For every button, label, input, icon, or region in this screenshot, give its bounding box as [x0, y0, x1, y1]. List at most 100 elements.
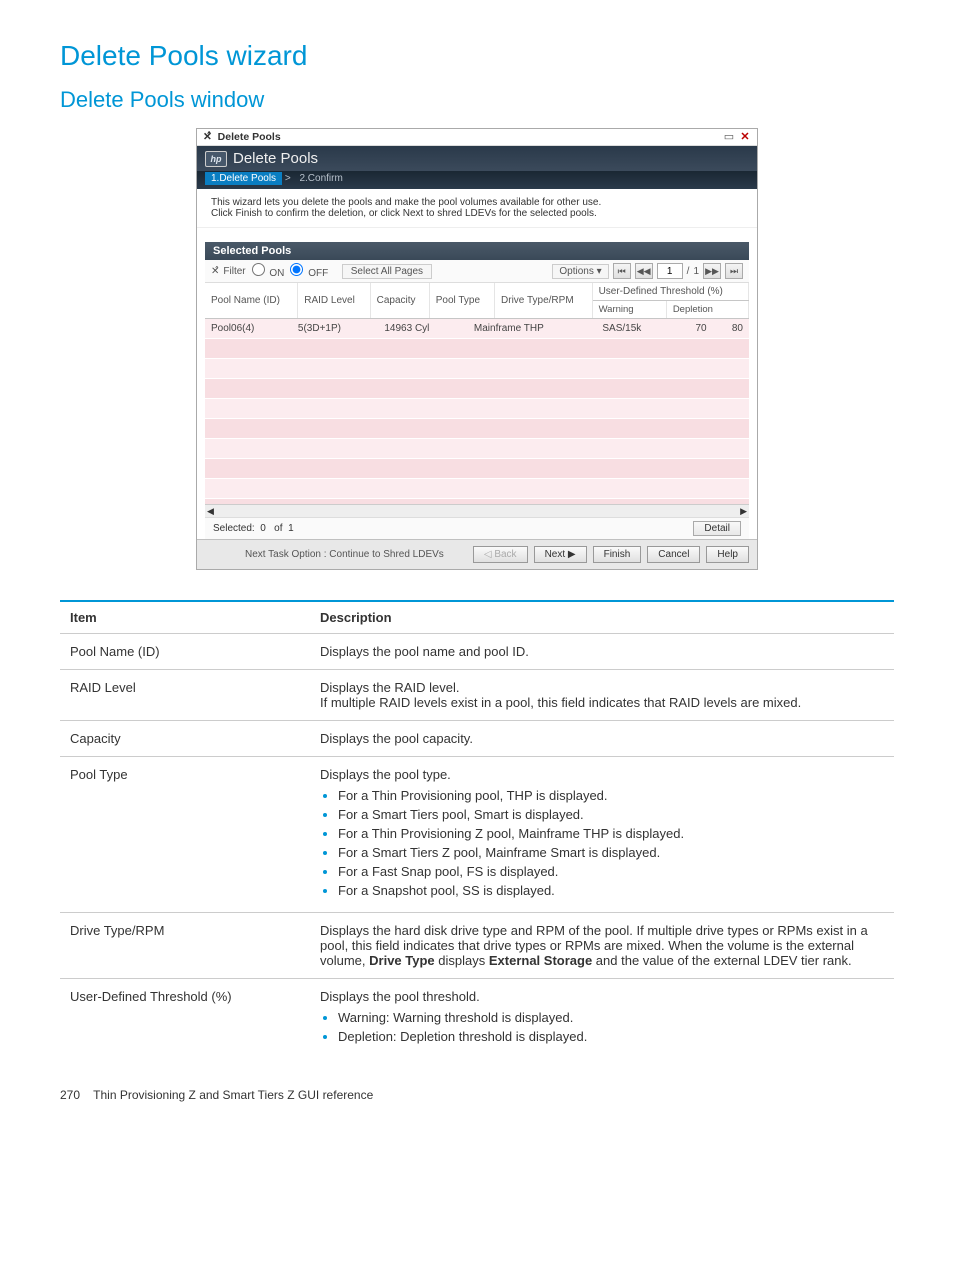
- desc-item: Drive Type/RPM: [60, 913, 310, 979]
- cell-pool-type: Mainframe THP: [468, 319, 596, 339]
- desc-item: User-Defined Threshold (%): [60, 979, 310, 1059]
- desc-text: Displays the hard disk drive type and RP…: [310, 913, 894, 979]
- description-table: Item Description Pool Name (ID) Displays…: [60, 600, 894, 1058]
- col-warning: Warning: [592, 301, 666, 319]
- table-row: [205, 439, 749, 459]
- cell-warning: 70: [676, 319, 712, 339]
- list-item: For a Smart Tiers Z pool, Mainframe Smar…: [338, 845, 884, 860]
- header-title: Delete Pools: [233, 150, 318, 167]
- col-capacity: Capacity: [370, 283, 429, 319]
- list-item: For a Thin Provisioning Z pool, Mainfram…: [338, 826, 884, 841]
- back-button: ◁ Back: [473, 546, 528, 563]
- table-row: [205, 339, 749, 359]
- section-title: Delete Pools window: [60, 87, 894, 113]
- list-item: For a Smart Tiers pool, Smart is display…: [338, 807, 884, 822]
- desc-text: Displays the RAID level. If multiple RAI…: [310, 670, 894, 721]
- table-row: [205, 379, 749, 399]
- list-item: For a Fast Snap pool, FS is displayed.: [338, 864, 884, 879]
- cell-drive: SAS/15k: [596, 319, 676, 339]
- desc-item: RAID Level: [60, 670, 310, 721]
- cell-raid: 5(3D+1P): [292, 319, 378, 339]
- desc-text: Displays the pool threshold. Warning: Wa…: [310, 979, 894, 1059]
- collapse-filter-icon[interactable]: ✕̂: [211, 266, 219, 277]
- table-row: [205, 419, 749, 439]
- table-row: [205, 479, 749, 499]
- cell-depletion: 80: [713, 319, 749, 339]
- titlebar: ✕̂ Delete Pools ▭ ✕: [197, 129, 757, 146]
- selected-label: Selected:: [213, 523, 255, 534]
- desc-item: Pool Type: [60, 757, 310, 913]
- page-last-button[interactable]: ⏭: [725, 263, 743, 279]
- scroll-right-icon[interactable]: ▶: [740, 506, 747, 517]
- filter-on-radio[interactable]: ON: [250, 263, 285, 279]
- options-button[interactable]: Options ▾: [552, 264, 608, 279]
- hp-logo-icon: hp: [205, 151, 227, 167]
- cell-capacity: 14963 Cyl: [378, 319, 468, 339]
- page-number: 270: [60, 1088, 80, 1102]
- filter-label: Filter: [223, 266, 245, 277]
- wizard-window: ✕̂ Delete Pools ▭ ✕ hp Delete Pools 1.De…: [196, 128, 758, 570]
- close-icon[interactable]: ✕: [739, 131, 751, 143]
- list-item: For a Thin Provisioning pool, THP is dis…: [338, 788, 884, 803]
- col-drive: Drive Type/RPM: [495, 283, 593, 319]
- instruction-line-1: This wizard lets you delete the pools an…: [211, 197, 743, 208]
- window-title: Delete Pools: [218, 131, 281, 143]
- col-raid: RAID Level: [298, 283, 370, 319]
- breadcrumb-step-1: 1.Delete Pools: [205, 172, 282, 185]
- selection-status-bar: Selected: 0 of 1 Detail: [205, 517, 749, 539]
- page-footer: 270 Thin Provisioning Z and Smart Tiers …: [60, 1088, 894, 1102]
- desc-item: Pool Name (ID): [60, 634, 310, 670]
- table-row: [205, 459, 749, 479]
- col-threshold: User-Defined Threshold (%): [592, 283, 748, 301]
- list-item: For a Snapshot pool, SS is displayed.: [338, 883, 884, 898]
- page-input[interactable]: [657, 263, 683, 279]
- desc-item: Capacity: [60, 721, 310, 757]
- desc-th-item: Item: [60, 601, 310, 634]
- chapter-title: Thin Provisioning Z and Smart Tiers Z GU…: [93, 1088, 373, 1102]
- select-all-pages-button[interactable]: Select All Pages: [342, 264, 432, 279]
- next-task-note: Next Task Option : Continue to Shred LDE…: [245, 549, 444, 560]
- table-row: [205, 359, 749, 379]
- filter-off-radio[interactable]: OFF: [288, 263, 328, 279]
- wizard-instructions: This wizard lets you delete the pools an…: [197, 189, 757, 228]
- page-first-button[interactable]: ⏮: [613, 263, 631, 279]
- page-prev-button[interactable]: ◀◀: [635, 263, 653, 279]
- table-row: [205, 399, 749, 419]
- horizontal-scrollbar[interactable]: ◀ ▶: [205, 504, 749, 517]
- list-item: Warning: Warning threshold is displayed.: [338, 1010, 884, 1025]
- page-total: 1: [693, 266, 699, 277]
- instruction-line-2: Click Finish to confirm the deletion, or…: [211, 208, 743, 219]
- selected-count: 0: [260, 523, 266, 534]
- selected-pools-header: Selected Pools: [205, 242, 749, 260]
- col-pool-type: Pool Type: [429, 283, 494, 319]
- desc-text: Displays the pool name and pool ID.: [310, 634, 894, 670]
- desc-text: Displays the pool type. For a Thin Provi…: [310, 757, 894, 913]
- cell-pool-name: Pool06(4): [205, 319, 292, 339]
- breadcrumb-sep: >: [285, 173, 291, 184]
- header-bar: hp Delete Pools: [197, 146, 757, 171]
- breadcrumb-step-2: 2.Confirm: [293, 172, 348, 185]
- table-row[interactable]: Pool06(4) 5(3D+1P) 14963 Cyl Mainframe T…: [205, 319, 749, 339]
- col-pool-name: Pool Name (ID): [205, 283, 298, 319]
- collapse-icon[interactable]: ✕̂: [203, 131, 212, 143]
- page-title: Delete Pools wizard: [60, 40, 894, 72]
- desc-th-description: Description: [310, 601, 894, 634]
- page-next-button[interactable]: ▶▶: [703, 263, 721, 279]
- page-sep: /: [687, 266, 690, 277]
- selected-pools-table: Pool Name (ID) RAID Level Capacity Pool …: [205, 283, 749, 319]
- list-item: Depletion: Depletion threshold is displa…: [338, 1029, 884, 1044]
- selected-of: of: [274, 523, 282, 534]
- scroll-left-icon[interactable]: ◀: [207, 506, 214, 517]
- cancel-button[interactable]: Cancel: [647, 546, 700, 563]
- detail-button[interactable]: Detail: [693, 521, 741, 536]
- desc-text: Displays the pool capacity.: [310, 721, 894, 757]
- table-toolbar: ✕̂ Filter ON OFF Select All Pages Option…: [205, 260, 749, 283]
- wizard-footer: Next Task Option : Continue to Shred LDE…: [197, 539, 757, 569]
- help-button[interactable]: Help: [706, 546, 749, 563]
- breadcrumb: 1.Delete Pools > 2.Confirm: [197, 171, 757, 189]
- next-button[interactable]: Next ▶: [534, 546, 587, 563]
- selected-total: 1: [288, 523, 294, 534]
- col-depletion: Depletion: [666, 301, 748, 319]
- finish-button[interactable]: Finish: [593, 546, 642, 563]
- restore-icon[interactable]: ▭: [723, 131, 735, 143]
